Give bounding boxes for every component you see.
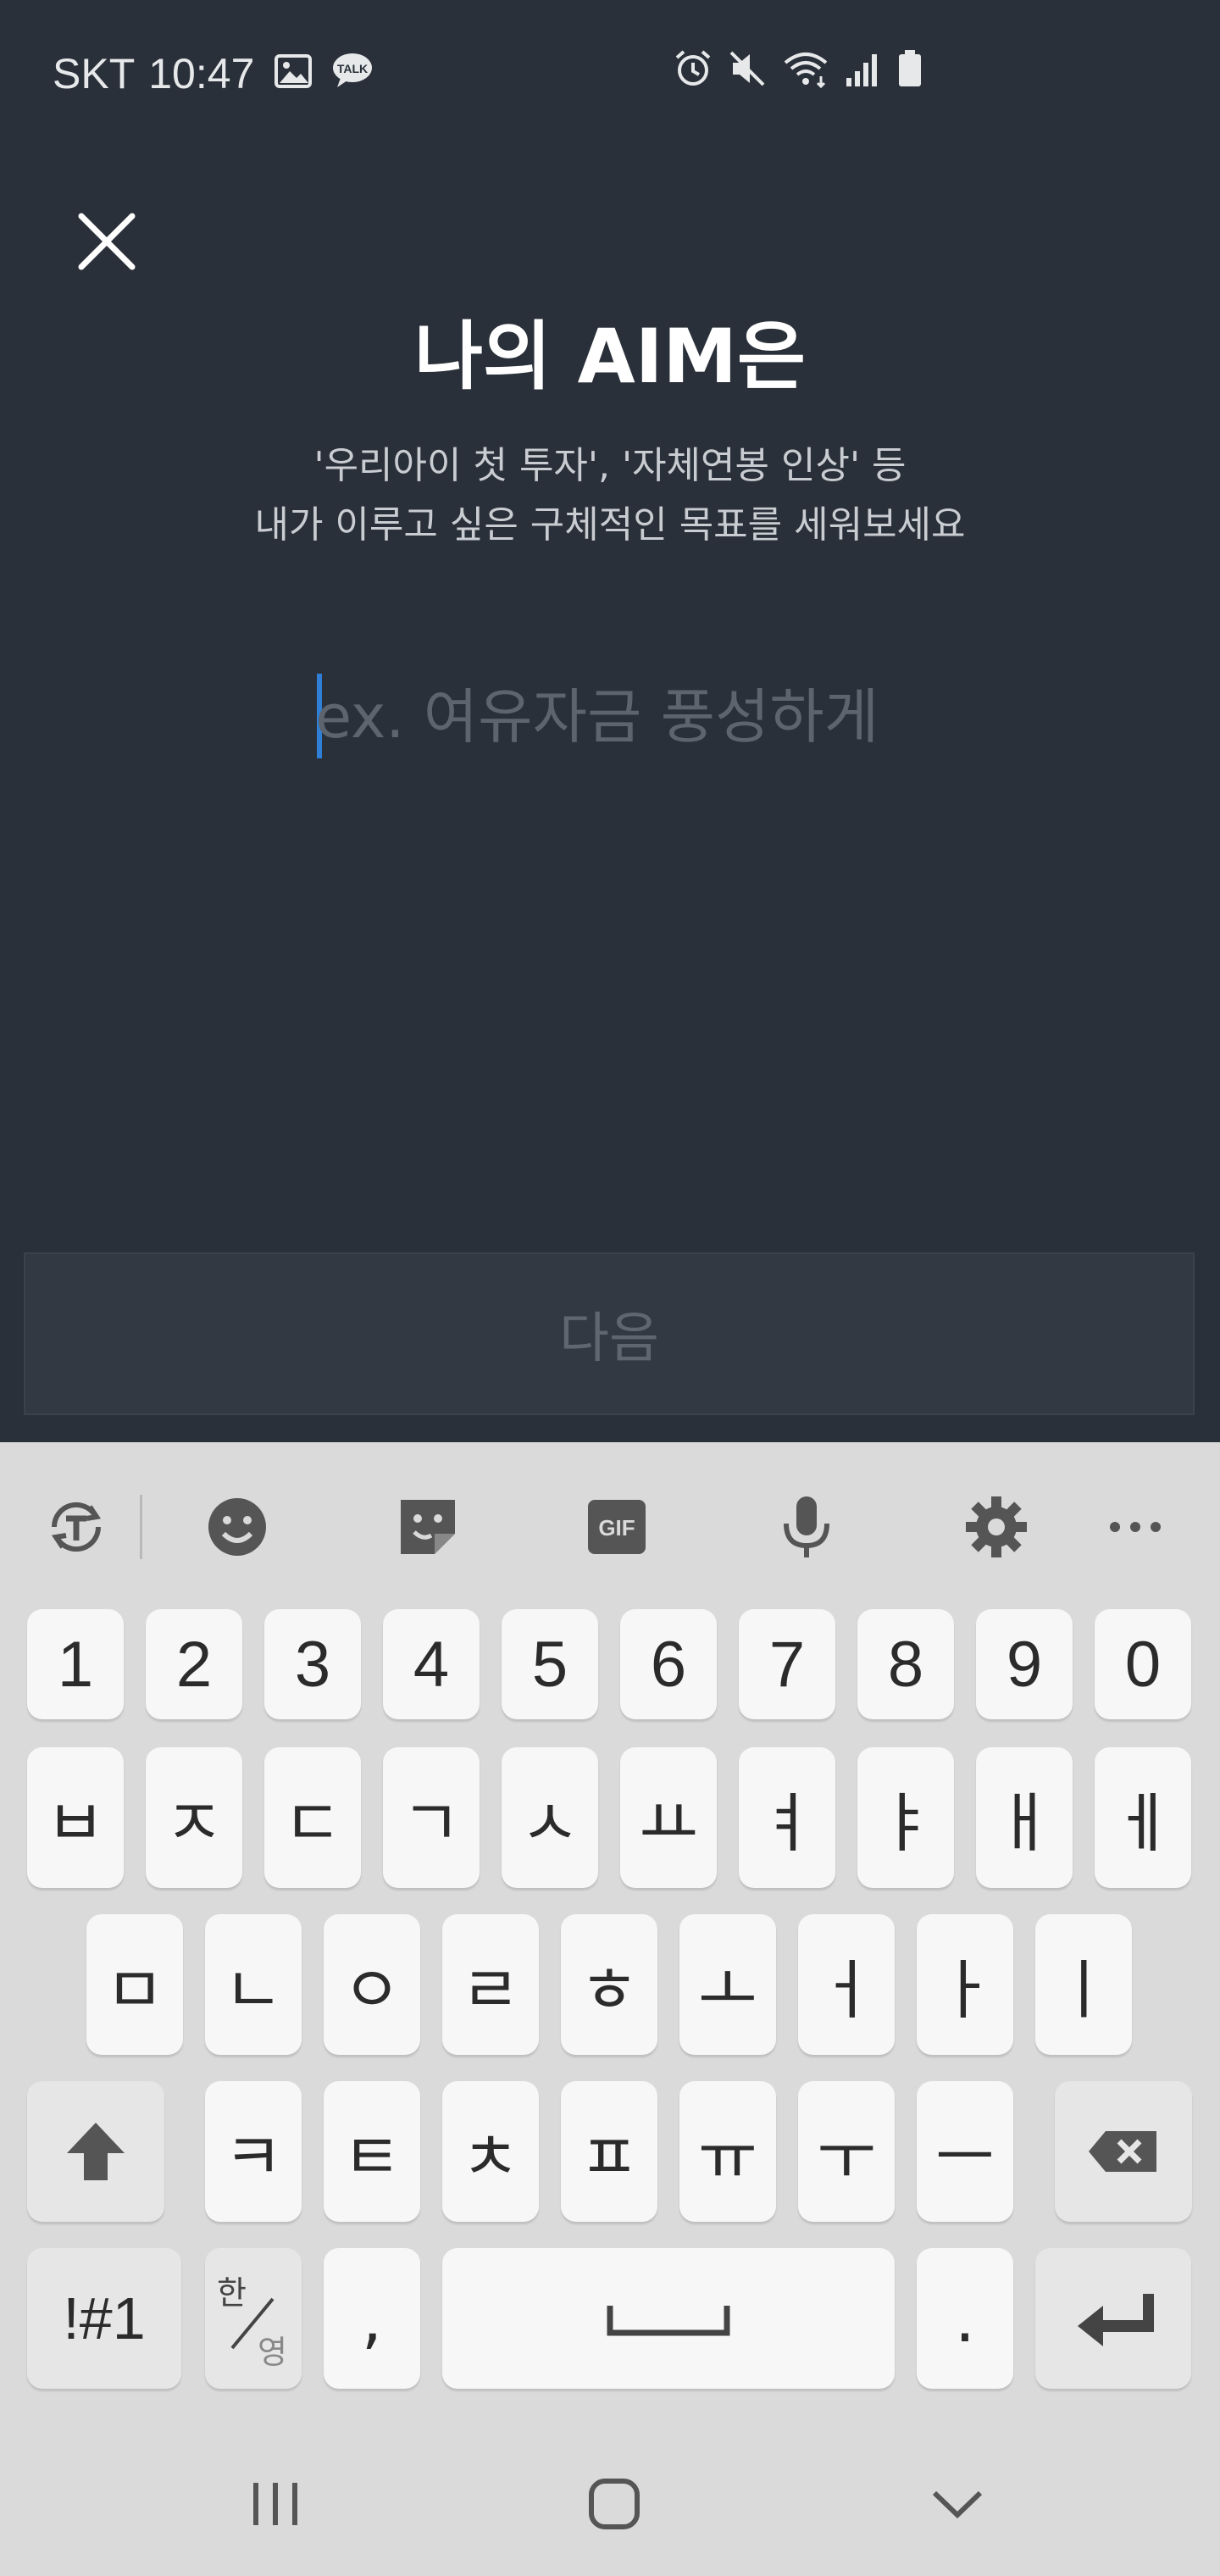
backspace-key[interactable] (1055, 2081, 1192, 2222)
key-i[interactable]: ㅣ (1035, 1914, 1132, 2055)
key-2[interactable]: 2 (146, 1609, 242, 1719)
kakaotalk-icon: TALK (332, 49, 373, 98)
key-digeut[interactable]: ㄷ (264, 1747, 361, 1888)
clock: 10:47 (148, 50, 255, 97)
carrier-label: SKT (53, 50, 136, 97)
enter-key[interactable] (1035, 2248, 1191, 2389)
page-title: 나의 AIM은 (414, 313, 806, 400)
emoji-icon[interactable] (203, 1493, 271, 1561)
translate-icon[interactable] (42, 1493, 110, 1561)
key-kieuk[interactable]: ㅋ (205, 2081, 302, 2222)
enter-icon (1078, 2294, 1154, 2346)
shift-icon (67, 2123, 125, 2180)
microphone-icon[interactable] (773, 1493, 840, 1561)
space-key[interactable] (442, 2248, 895, 2389)
sticker-icon[interactable] (394, 1493, 462, 1561)
key-3[interactable]: 3 (264, 1609, 361, 1719)
lang-bottom-label: 영 (258, 2334, 287, 2371)
status-bar: SKT 10:47 TALK (0, 0, 1220, 144)
key-ae[interactable]: ㅐ (976, 1747, 1073, 1888)
key-bieup[interactable]: ㅂ (27, 1747, 124, 1888)
mute-icon (728, 49, 767, 98)
key-mieum[interactable]: ㅁ (86, 1914, 183, 2055)
backspace-icon (1089, 2131, 1156, 2172)
key-4[interactable]: 4 (383, 1609, 480, 1719)
key-pieup[interactable]: ㅍ (561, 2081, 657, 2222)
subtitle-line-2: 내가 이루고 싶은 구체적인 목표를 세워보세요 (254, 503, 966, 547)
space-icon (607, 2306, 730, 2336)
status-left: SKT 10:47 TALK (53, 49, 373, 98)
period-key[interactable]: . (917, 2248, 1013, 2389)
subtitle-line-1: '우리아이 첫 투자', '자체연봉 인상' 등 (313, 444, 907, 487)
key-rieul[interactable]: ㄹ (442, 1914, 539, 2055)
navigation-bar (0, 2432, 1220, 2576)
next-button[interactable]: 다음 (24, 1252, 1195, 1415)
key-e[interactable]: ㅔ (1095, 1747, 1191, 1888)
signal-icon (845, 49, 882, 98)
key-yu[interactable]: ㅠ (679, 2081, 776, 2222)
comma-key[interactable]: , (324, 2248, 420, 2389)
more-icon[interactable] (1101, 1493, 1169, 1561)
battery-icon (897, 49, 923, 98)
keyboard-toolbar: GIF (0, 1442, 1220, 1612)
page-subtitle: '우리아이 첫 투자', '자체연봉 인상' 등 내가 이루고 싶은 구체적인 … (0, 436, 1220, 555)
settings-icon[interactable] (962, 1493, 1030, 1561)
key-6[interactable]: 6 (620, 1609, 717, 1719)
key-9[interactable]: 9 (976, 1609, 1073, 1719)
key-8[interactable]: 8 (857, 1609, 954, 1719)
key-hieut[interactable]: ㅎ (561, 1914, 657, 2055)
close-button[interactable] (73, 208, 141, 275)
key-0[interactable]: 0 (1095, 1609, 1191, 1719)
key-tieut[interactable]: ㅌ (324, 2081, 420, 2222)
key-jieut[interactable]: ㅈ (146, 1747, 242, 1888)
kakao-label: TALK (337, 62, 368, 75)
next-button-label: 다음 (559, 1307, 659, 1370)
gallery-icon (274, 49, 313, 98)
language-switch-key[interactable]: 한 영 (205, 2248, 302, 2389)
key-giyeok[interactable]: ㄱ (383, 1747, 480, 1888)
key-eu[interactable]: ㅡ (917, 2081, 1013, 2222)
key-u[interactable]: ㅜ (798, 2081, 895, 2222)
key-nieun[interactable]: ㄴ (205, 1914, 302, 2055)
aim-input[interactable] (313, 669, 927, 764)
back-down-icon[interactable] (919, 2466, 995, 2542)
alarm-icon (674, 49, 713, 98)
close-icon (78, 213, 136, 270)
home-icon[interactable] (576, 2466, 652, 2542)
key-ieung[interactable]: ㅇ (324, 1914, 420, 2055)
key-o[interactable]: ㅗ (679, 1914, 776, 2055)
gif-icon[interactable]: GIF (583, 1493, 651, 1561)
key-yeo[interactable]: ㅕ (739, 1747, 835, 1888)
keyboard: GIF 1 2 3 4 5 6 7 8 9 0 ㅂ ㅈ ㄷ ㄱ ㅅ ㅛ ㅕ ㅑ … (0, 1442, 1220, 2576)
key-chieut[interactable]: ㅊ (442, 2081, 539, 2222)
wifi-icon (782, 49, 829, 98)
key-yo[interactable]: ㅛ (620, 1747, 717, 1888)
key-1[interactable]: 1 (27, 1609, 124, 1719)
key-ya[interactable]: ㅑ (857, 1747, 954, 1888)
toolbar-divider (140, 1495, 142, 1559)
gif-label: GIF (598, 1515, 635, 1541)
symbols-key[interactable]: !#1 (27, 2248, 181, 2389)
recent-apps-icon[interactable] (237, 2466, 313, 2542)
key-7[interactable]: 7 (739, 1609, 835, 1719)
shift-key[interactable] (27, 2081, 164, 2222)
key-eo[interactable]: ㅓ (798, 1914, 895, 2055)
key-a[interactable]: ㅏ (917, 1914, 1013, 2055)
key-siot[interactable]: ㅅ (502, 1747, 598, 1888)
key-5[interactable]: 5 (502, 1609, 598, 1719)
status-right (674, 49, 923, 98)
